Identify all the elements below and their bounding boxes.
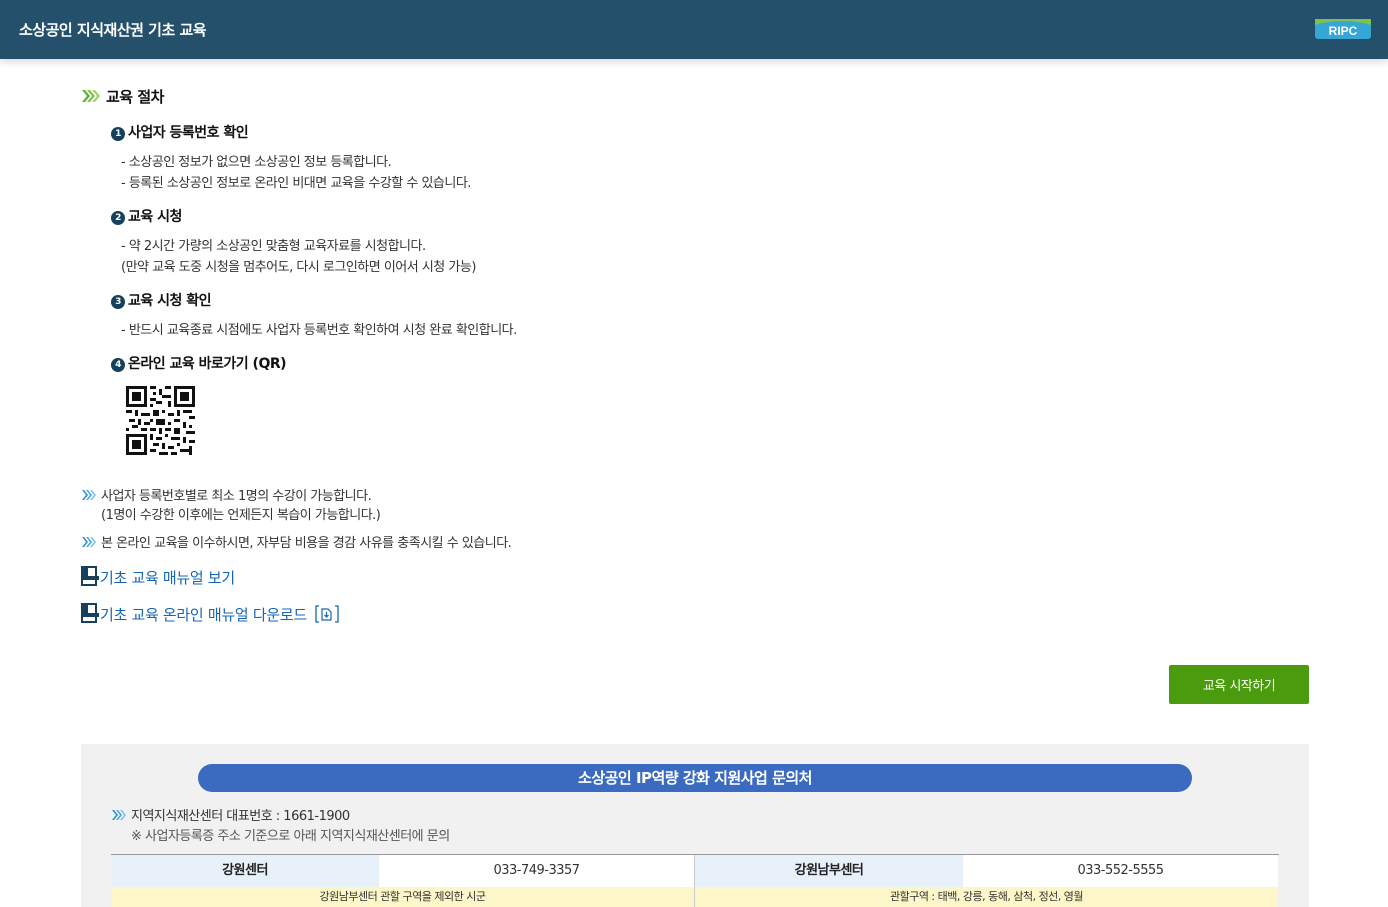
download-icon[interactable] (314, 604, 340, 624)
step-number-badge: 2 (111, 211, 125, 225)
note-2: 본 온라인 교육을 이수하시면, 자부담 비용을 경감 사유를 충족시킬 수 있… (81, 532, 512, 551)
center-name: 강원남부센터 (695, 855, 963, 887)
manual-view-link[interactable]: 기초 교육 매뉴얼 보기 (81, 566, 235, 588)
step-number-badge: 4 (111, 358, 125, 372)
step-title-text: 온라인 교육 바로가기 (QR) (128, 356, 287, 372)
step-2-line-1: - 약 2시간 가량의 소상공인 맞춤형 교육자료를 시청합니다. (121, 239, 426, 254)
center-area: 강원남부센터 관할 구역을 제외한 시군 (111, 887, 695, 907)
top-header: 소상공인 지식재산권 기초 교육 RIPC (0, 0, 1388, 59)
svg-text:RIPC: RIPC (1329, 24, 1358, 38)
triple-chevron-icon (82, 90, 100, 102)
step-title-text: 사업자 등록번호 확인 (128, 125, 249, 141)
step-title-text: 교육 시청 확인 (128, 293, 212, 309)
contact-note-line: ※ 사업자등록증 주소 기준으로 아래 지역지식재산센터에 문의 (131, 829, 450, 844)
step-2-title: 2 교육 시청 (111, 206, 182, 226)
center-phone: 033-552-5555 (963, 855, 1278, 887)
ripc-logo[interactable]: RIPC (1315, 19, 1371, 39)
note-2-line-1: 본 온라인 교육을 이수하시면, 자부담 비용을 경감 사유를 충족시킬 수 있… (101, 536, 512, 551)
contact-box: 소상공인 IP역량 강화 지원사업 문의처 지역지식재산센터 대표번호 : 16… (81, 744, 1309, 907)
step-title-text: 교육 시청 (128, 209, 182, 225)
step-3-line-1: - 반드시 교육종료 시점에도 사업자 등록번호 확인하여 시청 완료 확인합니… (121, 323, 517, 338)
step-number-badge: 3 (111, 295, 125, 309)
step-2-line-2: (만약 교육 도중 시청을 멈추어도, 다시 로그인하면 이어서 시청 가능) (121, 260, 476, 275)
step-4-title: 4 온라인 교육 바로가기 (QR) (111, 353, 287, 373)
contact-main-line: 지역지식재산센터 대표번호 : 1661-1900 (111, 805, 350, 824)
note-1-line-1: 사업자 등록번호별로 최소 1명의 수강이 가능합니다. (101, 489, 372, 504)
manual-view-label[interactable]: 기초 교육 매뉴얼 보기 (100, 569, 235, 587)
table-row: 강원센터 033-749-3357 강원남부센터 033-552-5555 (111, 855, 1279, 887)
qr-code-image[interactable] (126, 386, 195, 455)
triple-chevron-icon (112, 810, 126, 820)
document-link-icon (81, 603, 99, 623)
document-link-icon (81, 566, 99, 586)
center-phone: 033-749-3357 (379, 855, 695, 887)
step-3-title: 3 교육 시청 확인 (111, 290, 212, 310)
page-title: 소상공인 지식재산권 기초 교육 (19, 21, 207, 39)
contact-title: 소상공인 IP역량 강화 지원사업 문의처 (198, 764, 1192, 792)
note-1-line-2: (1명이 수강한 이후에는 언제든지 복습이 가능합니다.) (101, 508, 381, 523)
procedure-heading: 교육 절차 (81, 86, 164, 107)
center-name: 강원센터 (111, 855, 379, 887)
procedure-title: 교육 절차 (106, 88, 164, 106)
triple-chevron-icon (82, 490, 96, 500)
step-1-title: 1 사업자 등록번호 확인 (111, 122, 249, 142)
manual-download-link[interactable]: 기초 교육 온라인 매뉴얼 다운로드 (81, 603, 340, 625)
step-number-badge: 1 (111, 127, 125, 141)
contact-main-text: 지역지식재산센터 대표번호 : 1661-1900 (131, 809, 350, 824)
center-area: 관할구역 : 태백, 강릉, 동해, 삼척, 정선, 영월 (695, 887, 1278, 907)
contact-table: 강원센터 033-749-3357 강원남부센터 033-552-5555 강원… (111, 854, 1279, 907)
step-1-line-2: - 등록된 소상공인 정보로 온라인 비대면 교육을 수강할 수 있습니다. (121, 176, 471, 191)
manual-download-label[interactable]: 기초 교육 온라인 매뉴얼 다운로드 (100, 606, 307, 624)
table-row: 강원남부센터 관할 구역을 제외한 시군 관할구역 : 태백, 강릉, 동해, … (111, 887, 1279, 907)
note-1: 사업자 등록번호별로 최소 1명의 수강이 가능합니다. (81, 485, 372, 504)
triple-chevron-icon (82, 537, 96, 547)
start-education-button[interactable]: 교육 시작하기 (1169, 665, 1309, 704)
step-1-line-1: - 소상공인 정보가 없으면 소상공인 정보 등록합니다. (121, 155, 392, 170)
